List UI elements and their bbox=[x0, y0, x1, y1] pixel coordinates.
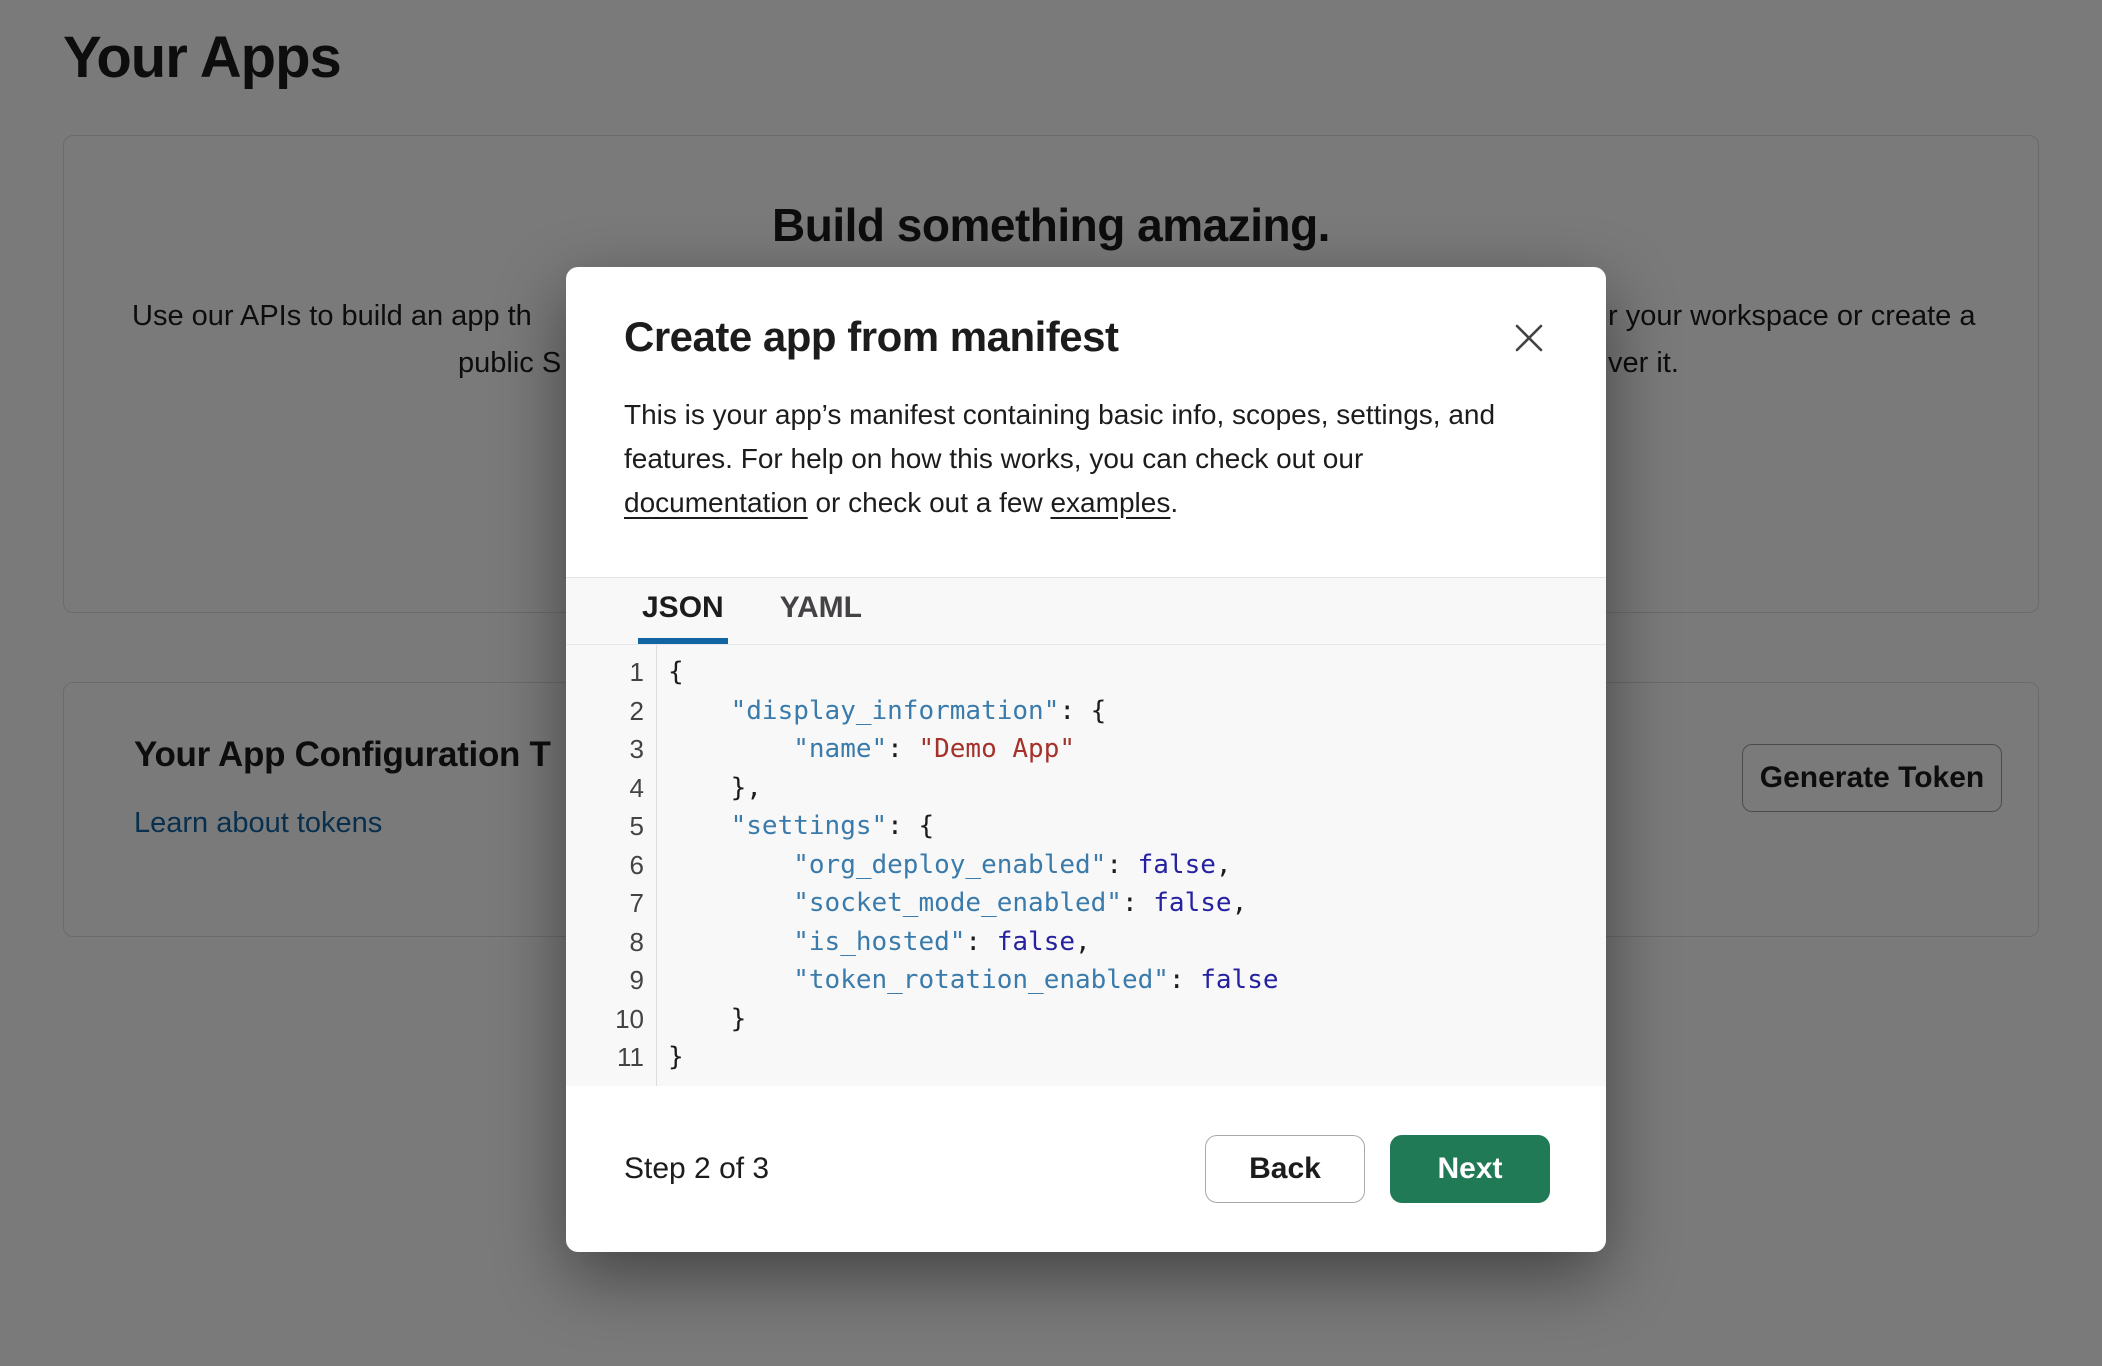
close-icon bbox=[1512, 321, 1546, 355]
next-button[interactable]: Next bbox=[1390, 1135, 1550, 1203]
step-indicator: Step 2 of 3 bbox=[624, 1152, 769, 1186]
code-line: "settings": { bbox=[668, 807, 1606, 846]
code-line: "display_information": { bbox=[668, 692, 1606, 731]
line-number: 9 bbox=[566, 961, 644, 1000]
code-line: "name": "Demo App" bbox=[668, 730, 1606, 769]
line-number: 7 bbox=[566, 884, 644, 923]
code-line: { bbox=[668, 653, 1606, 692]
tab-json[interactable]: JSON bbox=[638, 578, 728, 644]
code-line: "socket_mode_enabled": false, bbox=[668, 884, 1606, 923]
code-content: { "display_information": { "name": "Demo… bbox=[657, 645, 1606, 1086]
footer-buttons: Back Next bbox=[1205, 1135, 1550, 1203]
description-text: or check out a few bbox=[808, 487, 1051, 518]
line-number: 5 bbox=[566, 807, 644, 846]
line-number: 8 bbox=[566, 923, 644, 962]
line-number: 3 bbox=[566, 730, 644, 769]
code-line: "is_hosted": false, bbox=[668, 923, 1606, 962]
line-number: 2 bbox=[566, 692, 644, 731]
description-text: . bbox=[1170, 487, 1178, 518]
modal-header: Create app from manifest bbox=[566, 267, 1606, 363]
description-text: This is your app’s manifest containing b… bbox=[624, 399, 1495, 430]
code-line: } bbox=[668, 1000, 1606, 1039]
code-line: } bbox=[668, 1038, 1606, 1077]
line-number: 4 bbox=[566, 769, 644, 808]
back-button[interactable]: Back bbox=[1205, 1135, 1365, 1203]
modal-description: This is your app’s manifest containing b… bbox=[566, 393, 1606, 525]
documentation-link[interactable]: documentation bbox=[624, 487, 808, 518]
line-number: 10 bbox=[566, 1000, 644, 1039]
line-number: 1 bbox=[566, 653, 644, 692]
examples-link[interactable]: examples bbox=[1050, 487, 1170, 518]
tab-yaml[interactable]: YAML bbox=[776, 578, 866, 644]
code-line: "token_rotation_enabled": false bbox=[668, 961, 1606, 1000]
manifest-code-editor[interactable]: 1234567891011 { "display_information": {… bbox=[566, 645, 1606, 1086]
modal-footer: Step 2 of 3 Back Next bbox=[566, 1086, 1606, 1252]
tab-strip: JSON YAML bbox=[566, 577, 1606, 645]
create-app-from-manifest-modal: Create app from manifest This is your ap… bbox=[566, 267, 1606, 1252]
modal-title: Create app from manifest bbox=[624, 311, 1118, 363]
line-number-gutter: 1234567891011 bbox=[566, 645, 657, 1086]
line-number: 11 bbox=[566, 1038, 644, 1077]
code-line: }, bbox=[668, 769, 1606, 808]
line-number: 6 bbox=[566, 846, 644, 885]
close-button[interactable] bbox=[1508, 317, 1550, 359]
code-line: "org_deploy_enabled": false, bbox=[668, 846, 1606, 885]
description-text: features. For help on how this works, yo… bbox=[624, 443, 1363, 474]
